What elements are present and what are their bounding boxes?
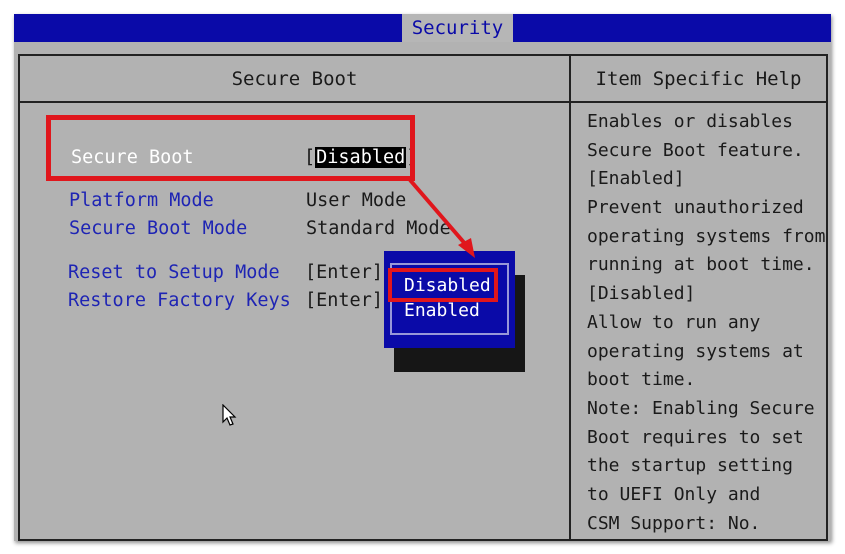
bios-screen: Security Secure Boot Item Specific Help … <box>14 14 831 541</box>
mouse-pointer-icon <box>222 404 237 426</box>
arrow-icon <box>408 178 475 258</box>
